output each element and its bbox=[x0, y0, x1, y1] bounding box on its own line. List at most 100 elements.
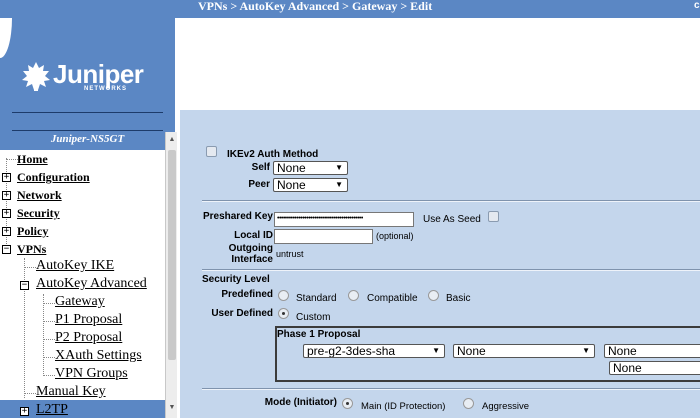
nav-autokey-ike-label[interactable]: AutoKey IKE bbox=[36, 258, 114, 273]
nav-manual-key-label[interactable]: Manual Key bbox=[36, 384, 106, 399]
ikev2-auth-checkbox[interactable] bbox=[206, 146, 217, 157]
radio-standard[interactable] bbox=[278, 290, 289, 301]
peer-select[interactable]: None ▼ bbox=[273, 178, 348, 192]
nav-autokey-ike[interactable]: AutoKey IKE bbox=[36, 258, 114, 274]
nav-home-label[interactable]: Home bbox=[17, 152, 48, 166]
tree-line bbox=[24, 267, 36, 268]
nav-autokey-advanced[interactable]: AutoKey Advanced bbox=[36, 276, 147, 292]
radio-custom-label: Custom bbox=[296, 312, 331, 323]
phase1-select-3[interactable]: None bbox=[604, 344, 700, 358]
use-as-seed-label: Use As Seed bbox=[423, 214, 481, 225]
nav-gateway-label[interactable]: Gateway bbox=[55, 294, 105, 309]
main-pane: IKEv2 Auth Method Self None ▼ Peer None ▼ … bbox=[180, 110, 700, 418]
local-id-input[interactable] bbox=[274, 229, 373, 244]
expand-icon[interactable]: + bbox=[2, 173, 11, 182]
logo-sub: NETWORKS bbox=[84, 86, 127, 92]
use-as-seed-checkbox[interactable] bbox=[488, 211, 499, 222]
phase1-select-2-value: None bbox=[457, 344, 486, 358]
nav-security-label[interactable]: Security bbox=[17, 206, 60, 220]
tree-line bbox=[43, 303, 55, 304]
radio-mode-main[interactable] bbox=[342, 398, 353, 409]
radio-mode-aggressive-label: Aggressive bbox=[482, 401, 529, 412]
chevron-down-icon: ▼ bbox=[432, 346, 440, 355]
phase1-select-2[interactable]: None ▼ bbox=[453, 344, 595, 358]
phase1-select-1[interactable]: pre-g2-3des-sha ▼ bbox=[303, 344, 445, 358]
juniper-logo-icon bbox=[22, 62, 50, 91]
nav-vpn-groups-label[interactable]: VPN Groups bbox=[55, 366, 128, 381]
nav-vpns-label[interactable]: VPNs bbox=[17, 242, 46, 256]
tree-line bbox=[43, 339, 55, 340]
self-select-value: None bbox=[277, 161, 306, 175]
nav-policy-label[interactable]: Policy bbox=[17, 224, 48, 238]
nav-p1-proposal-label[interactable]: P1 Proposal bbox=[55, 312, 122, 327]
outgoing-interface-label-line2: Interface bbox=[231, 254, 273, 265]
divider bbox=[202, 269, 700, 271]
scroll-down-icon[interactable]: ▼ bbox=[168, 404, 176, 412]
divider bbox=[202, 200, 700, 202]
radio-mode-aggressive[interactable] bbox=[463, 398, 474, 409]
breadcrumb: VPNs > AutoKey Advanced > Gateway > Edit bbox=[198, 0, 433, 13]
peer-select-value: None bbox=[277, 178, 306, 192]
radio-compatible[interactable] bbox=[348, 290, 359, 301]
nav-home[interactable]: Home bbox=[17, 151, 48, 167]
radio-basic[interactable] bbox=[428, 290, 439, 301]
nav-p2-proposal[interactable]: P2 Proposal bbox=[55, 330, 122, 346]
sidebar-scrollbar[interactable]: ▲ ▼ bbox=[165, 132, 177, 418]
nav-network-label[interactable]: Network bbox=[17, 188, 62, 202]
preshared-key-input[interactable]: ••••••••••••••••••••••••••••••••••••••••… bbox=[274, 212, 414, 227]
collapse-icon[interactable]: − bbox=[20, 281, 29, 290]
logo-brand: Juniper bbox=[53, 59, 144, 89]
phase1-select-4-value: None bbox=[613, 361, 642, 375]
nav-policy[interactable]: Policy bbox=[17, 223, 48, 239]
nav-security[interactable]: Security bbox=[17, 205, 60, 221]
nav-l2tp[interactable]: L2TP bbox=[36, 402, 68, 418]
security-level-label: Security Level bbox=[202, 274, 270, 285]
sidebar-rule-bottom bbox=[12, 130, 163, 131]
expand-icon[interactable]: + bbox=[2, 209, 11, 218]
outgoing-interface-label: Outgoing Interface bbox=[190, 243, 273, 265]
radio-custom[interactable] bbox=[278, 308, 289, 319]
peer-label: Peer bbox=[248, 179, 270, 190]
device-name: Juniper-NS5GT bbox=[50, 133, 125, 145]
sidebar-rule-top bbox=[12, 112, 163, 113]
nav-autokey-advanced-label[interactable]: AutoKey Advanced bbox=[36, 276, 147, 291]
tree-line bbox=[43, 294, 44, 374]
nav-configuration-label[interactable]: Configuration bbox=[17, 170, 90, 184]
nav-l2tp-label[interactable]: L2TP bbox=[36, 402, 68, 417]
phase1-select-4[interactable]: None bbox=[609, 361, 700, 375]
mode-initiator-label: Mode (Initiator) bbox=[264, 397, 337, 408]
radio-mode-main-label: Main (ID Protection) bbox=[361, 401, 446, 412]
nav-vpns[interactable]: VPNs bbox=[17, 241, 46, 257]
tree-line bbox=[43, 357, 55, 358]
scrollbar-thumb[interactable] bbox=[168, 150, 176, 360]
radio-standard-label: Standard bbox=[296, 293, 337, 304]
nav-network[interactable]: Network bbox=[17, 187, 62, 203]
chevron-down-icon: ▼ bbox=[335, 180, 343, 189]
self-select[interactable]: None ▼ bbox=[273, 161, 348, 175]
nav-p2-proposal-label[interactable]: P2 Proposal bbox=[55, 330, 122, 345]
collapse-icon[interactable]: − bbox=[2, 245, 11, 254]
top-right-mark: c bbox=[694, 0, 700, 11]
juniper-logo: Juniper NETWORKS bbox=[20, 60, 160, 94]
divider bbox=[202, 388, 700, 390]
nav-configuration[interactable]: Configuration bbox=[17, 169, 90, 185]
scroll-up-icon[interactable]: ▲ bbox=[168, 136, 176, 144]
navigation-tree: Home + Configuration + Network + Securit… bbox=[0, 150, 165, 417]
outgoing-interface-label-line1: Outgoing bbox=[228, 243, 273, 254]
expand-icon[interactable]: + bbox=[2, 191, 11, 200]
phase1-proposal-label: Phase 1 Proposal bbox=[277, 329, 361, 340]
radio-basic-label: Basic bbox=[446, 293, 471, 304]
nav-xauth-settings[interactable]: XAuth Settings bbox=[55, 348, 142, 364]
tree-line bbox=[24, 393, 36, 394]
expand-icon[interactable]: + bbox=[20, 407, 29, 416]
expand-icon[interactable]: + bbox=[2, 227, 11, 236]
radio-compatible-label: Compatible bbox=[367, 293, 418, 304]
nav-manual-key[interactable]: Manual Key bbox=[36, 384, 106, 400]
outgoing-interface-value: untrust bbox=[276, 249, 304, 259]
nav-xauth-settings-label[interactable]: XAuth Settings bbox=[55, 348, 142, 363]
nav-gateway[interactable]: Gateway bbox=[55, 294, 105, 310]
phase1-select-1-value: pre-g2-3des-sha bbox=[307, 344, 396, 358]
nav-vpn-groups[interactable]: VPN Groups bbox=[55, 366, 128, 382]
nav-p1-proposal[interactable]: P1 Proposal bbox=[55, 312, 122, 328]
predefined-label: Predefined bbox=[221, 289, 273, 300]
